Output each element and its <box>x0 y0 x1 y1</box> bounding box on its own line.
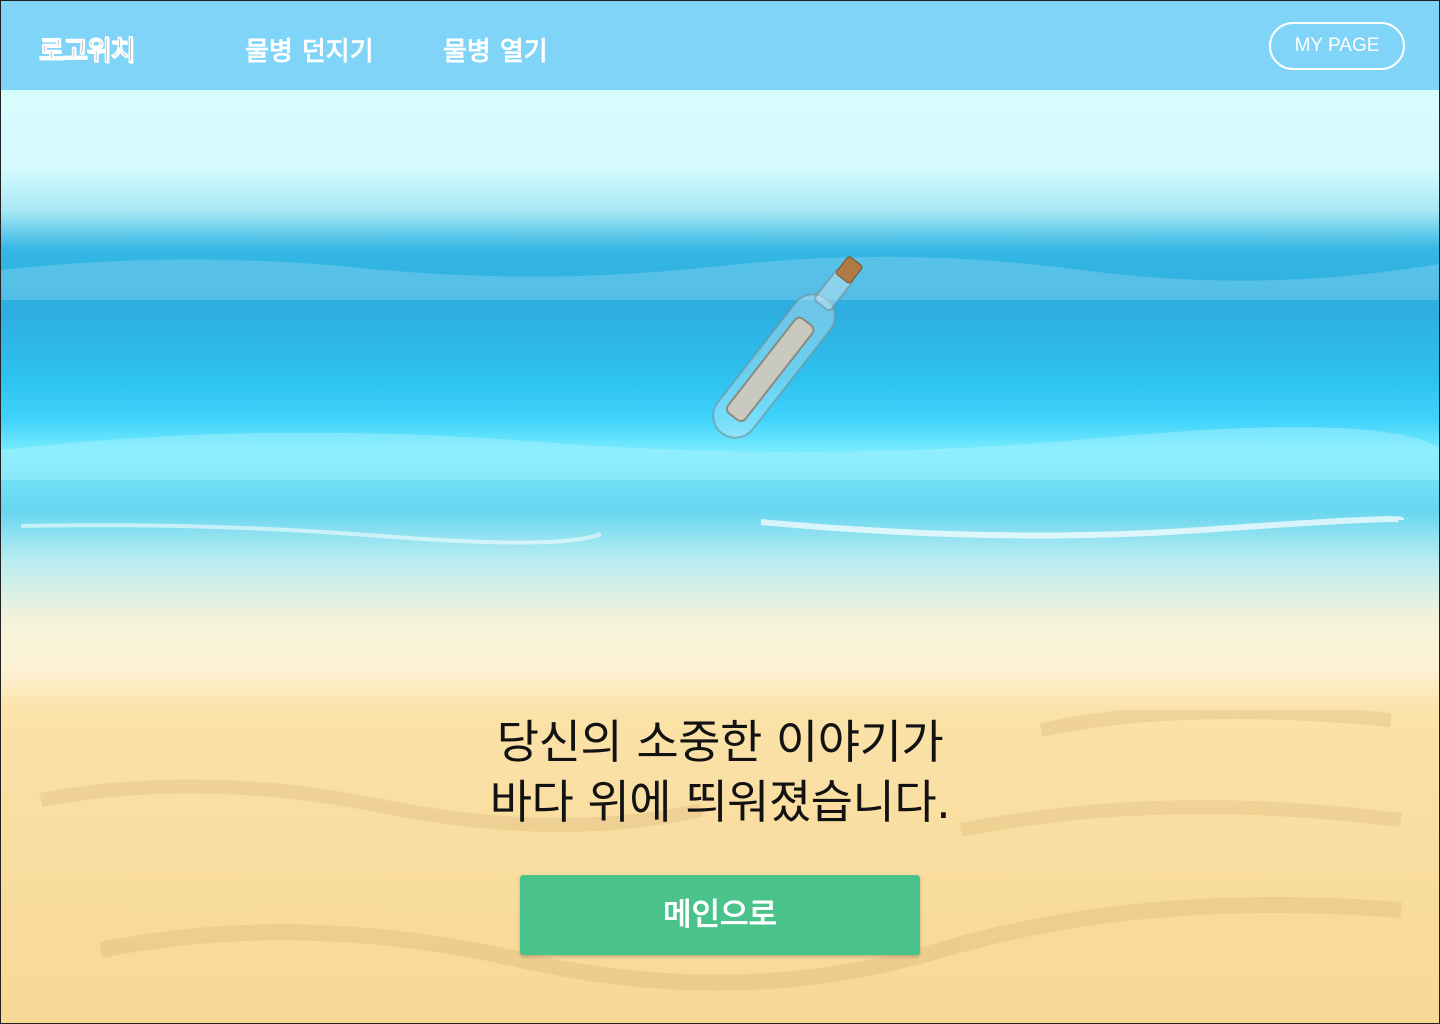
my-page-button[interactable]: MY PAGE <box>1269 22 1405 70</box>
beach-scene: 당신의 소중한 이야기가 바다 위에 띄워졌습니다. 메인으로 <box>1 90 1439 1023</box>
message-line-2: 바다 위에 띄워졌습니다. <box>489 775 951 829</box>
top-navigation-bar: 로고위치 물병 던지기 물병 열기 MY PAGE <box>1 1 1439 90</box>
success-message: 당신의 소중한 이야기가 바다 위에 띄워졌습니다. <box>1 712 1439 832</box>
nav-open-bottle[interactable]: 물병 열기 <box>443 31 548 68</box>
logo[interactable]: 로고위치 <box>38 29 135 68</box>
message-line-1: 당신의 소중한 이야기가 <box>496 715 944 769</box>
go-to-main-button[interactable]: 메인으로 <box>520 875 920 955</box>
message-in-bottle-illustration <box>712 256 863 439</box>
page-frame: 로고위치 물병 던지기 물병 열기 MY PAGE 당신의 소중한 이야기가 바… <box>0 0 1440 1024</box>
shoreline-foam <box>20 516 1404 545</box>
nav-throw-bottle[interactable]: 물병 던지기 <box>245 31 374 68</box>
